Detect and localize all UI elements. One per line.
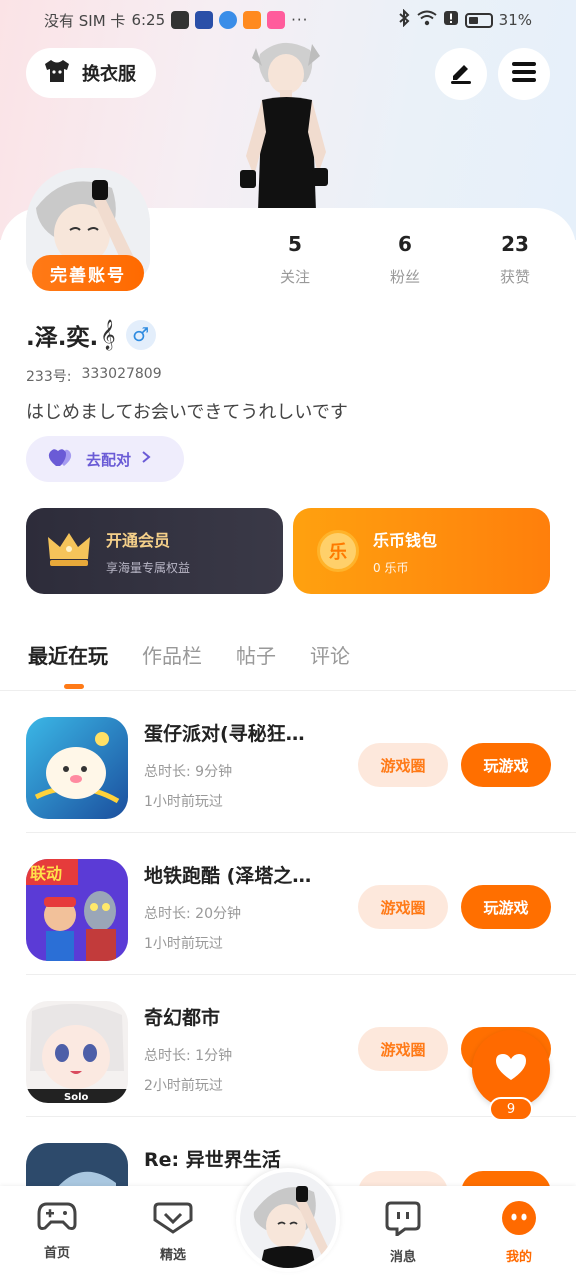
username-row: .泽.奕. 𝄞 ♂ — [26, 318, 156, 352]
wifi-icon — [417, 10, 437, 30]
profile-tabs: 最近在玩 作品栏 帖子 评论 — [28, 640, 350, 669]
alert-icon — [443, 10, 459, 30]
edit-profile-button[interactable] — [435, 48, 487, 100]
battery-icon — [464, 12, 493, 28]
user-id-value: 333027809 — [81, 366, 162, 382]
chevron-right-icon — [141, 450, 151, 468]
stat-label: 获赞 — [499, 268, 530, 286]
user-id: 233号: 333027809 — [26, 366, 162, 386]
vip-subtitle: 享海量专属权益 — [106, 560, 191, 575]
coin-icon: 乐 — [317, 530, 359, 572]
game-name: 地铁跑酷 (泽塔之… — [144, 865, 312, 887]
video-icon — [171, 11, 190, 29]
nav-label: 消息 — [389, 1250, 416, 1265]
nav-label: 首页 — [43, 1246, 70, 1261]
battery-percent: 31% — [498, 11, 532, 29]
double-heart-icon — [48, 446, 76, 472]
game-last-played: 2小时前玩过 — [144, 1078, 223, 1094]
game-row[interactable]: 蛋仔派对(寻秘狂… 总时长: 9分钟 1小时前玩过 游戏圈 玩游戏 — [0, 691, 576, 833]
vip-membership-card[interactable]: 开通会员 享海量专属权益 — [26, 508, 283, 594]
game-name: 蛋仔派对(寻秘狂… — [144, 723, 305, 745]
game-name: 奇幻都市 — [144, 1007, 221, 1029]
game-row[interactable]: 联动 地铁跑酷 (泽塔之… 总时长: 20分钟 1小时前玩过 游戏圈 玩游戏 — [0, 833, 576, 975]
game-icon-fantasy-city[interactable]: Solo — [26, 1001, 128, 1103]
wallet-balance: 0 乐币 — [373, 560, 409, 575]
carrier-text: 没有 SIM 卡 — [44, 11, 126, 30]
stat-likes[interactable]: 23 获赞 — [460, 232, 570, 287]
nav-label: 精选 — [159, 1248, 186, 1263]
music-note-icon: 𝄞 — [100, 319, 116, 350]
change-outfit-button[interactable]: 换衣服 — [26, 48, 156, 98]
nav-featured[interactable]: 精选 — [138, 1200, 208, 1263]
nav-label: 我的 — [505, 1250, 532, 1265]
center-avatar-button[interactable] — [236, 1168, 340, 1272]
svg-text:Solo: Solo — [64, 1092, 89, 1103]
game-duration: 总时长: 9分钟 — [144, 764, 233, 780]
app-notification-icon — [219, 11, 238, 29]
stat-followers[interactable]: 6 粉丝 — [350, 232, 460, 287]
like-count-badge: 9 — [489, 1097, 533, 1121]
pencil-icon — [448, 59, 474, 89]
tab-indicator — [64, 684, 84, 689]
match-label: 去配对 — [86, 450, 132, 469]
tab-comments[interactable]: 评论 — [310, 640, 350, 669]
character-avatar-3d — [232, 36, 342, 211]
face-icon — [501, 1201, 537, 1240]
gender-male-icon: ♂ — [125, 320, 156, 350]
game-duration: 总时长: 1分钟 — [144, 1048, 233, 1064]
bio-text: はじめましてお会いできてうれしいです — [26, 402, 348, 423]
game-icon-eggy[interactable] — [26, 717, 128, 819]
stat-label: 关注 — [279, 268, 310, 286]
game-circle-button[interactable]: 游戏圈 — [358, 885, 448, 929]
crown-icon — [46, 529, 92, 573]
tab-works[interactable]: 作品栏 — [142, 640, 202, 669]
gamepad-icon — [37, 1202, 77, 1236]
svg-text:联动: 联动 — [30, 864, 62, 883]
change-outfit-label: 换衣服 — [82, 64, 136, 85]
nav-messages[interactable]: 消息 — [368, 1200, 438, 1265]
nav-me[interactable]: 我的 — [484, 1200, 554, 1265]
wallet-card[interactable]: 乐 乐币钱包 0 乐币 — [293, 508, 550, 594]
game-icon-subway-surfers[interactable]: 联动 — [26, 859, 128, 961]
play-game-button[interactable]: 玩游戏 — [461, 743, 551, 787]
user-id-label: 233号: — [26, 369, 72, 385]
match-button[interactable]: 去配对 — [26, 436, 184, 482]
game-circle-button[interactable]: 游戏圈 — [358, 1027, 448, 1071]
clock: 6:25 — [131, 11, 166, 29]
heart-box-icon — [153, 1202, 193, 1238]
stat-number: 23 — [501, 232, 529, 256]
app-notification-icon — [195, 11, 214, 29]
vip-title: 开通会员 — [106, 530, 171, 550]
bluetooth-icon — [397, 8, 411, 31]
tab-recent[interactable]: 最近在玩 — [28, 640, 108, 669]
more-notifications: ··· — [291, 11, 309, 29]
tshirt-icon — [42, 58, 72, 89]
wallet-title: 乐币钱包 — [373, 530, 438, 550]
app-notification-icon — [267, 11, 286, 29]
play-notification-icon — [243, 11, 262, 29]
game-duration: 总时长: 20分钟 — [144, 906, 241, 922]
status-bar: 没有 SIM 卡 6:25 ··· 31% — [0, 0, 576, 40]
complete-account-badge[interactable]: 完善账号 — [32, 255, 144, 291]
game-circle-button[interactable]: 游戏圈 — [358, 743, 448, 787]
game-last-played: 1小时前玩过 — [144, 936, 223, 952]
stat-label: 粉丝 — [389, 268, 420, 286]
chat-icon — [385, 1201, 421, 1240]
nav-home[interactable]: 首页 — [22, 1200, 92, 1261]
game-last-played: 1小时前玩过 — [144, 794, 223, 810]
heart-icon — [494, 1052, 528, 1086]
profile-stats: 5 关注 6 粉丝 23 获赞 — [240, 232, 570, 287]
play-game-button[interactable]: 玩游戏 — [461, 885, 551, 929]
tab-posts[interactable]: 帖子 — [236, 640, 276, 669]
menu-icon — [511, 61, 537, 87]
stat-number: 6 — [398, 232, 412, 256]
stat-number: 5 — [288, 232, 302, 256]
game-name: Re: 异世界生活 — [144, 1149, 281, 1171]
username: .泽.奕. — [26, 325, 99, 351]
stat-following[interactable]: 5 关注 — [240, 232, 350, 287]
menu-button[interactable] — [498, 48, 550, 100]
